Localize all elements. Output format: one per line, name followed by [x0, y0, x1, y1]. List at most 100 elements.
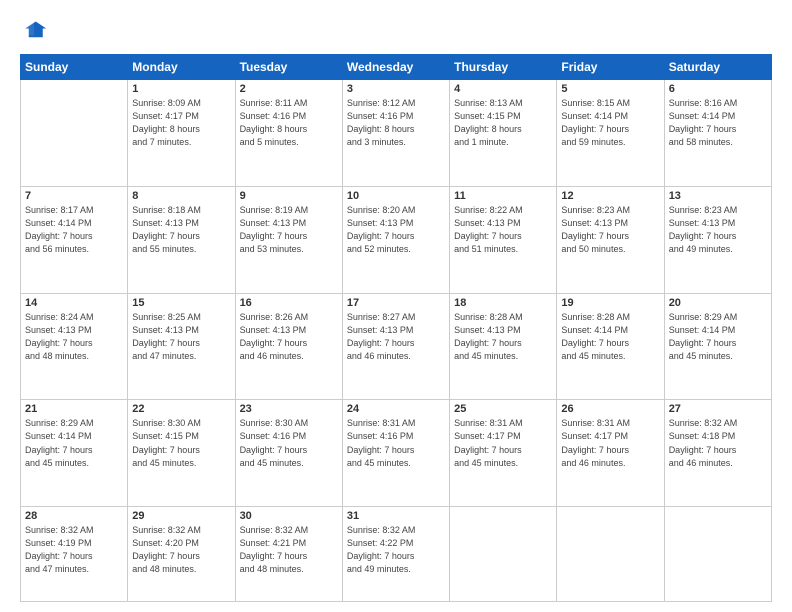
- day-number: 10: [347, 190, 445, 202]
- day-info: Sunrise: 8:15 AM Sunset: 4:14 PM Dayligh…: [561, 97, 659, 149]
- day-number: 30: [240, 510, 338, 522]
- day-number: 8: [132, 190, 230, 202]
- calendar-cell: [557, 507, 664, 602]
- weekday-header-monday: Monday: [128, 55, 235, 80]
- calendar-cell: 22Sunrise: 8:30 AM Sunset: 4:15 PM Dayli…: [128, 400, 235, 507]
- day-number: 13: [669, 190, 767, 202]
- calendar-cell: 26Sunrise: 8:31 AM Sunset: 4:17 PM Dayli…: [557, 400, 664, 507]
- calendar-cell: 7 Sunrise: 8:17 AM Sunset: 4:14 PM Daylig…: [21, 186, 128, 293]
- day-number: 2: [240, 83, 338, 95]
- calendar-cell: 17Sunrise: 8:27 AM Sunset: 4:13 PM Dayli…: [342, 293, 449, 400]
- calendar-cell: 18 Sunrise: 8:28 AM Sunset: 4:13 PM Dayli…: [450, 293, 557, 400]
- day-info: Sunrise: 8:31 AM Sunset: 4:17 PM Dayligh…: [454, 417, 552, 469]
- logo-icon: [20, 18, 48, 46]
- calendar-cell: 28 Sunrise: 8:32 AM Sunset: 4:19 PM Dayli…: [21, 507, 128, 602]
- calendar-cell: 19 Sunrise: 8:28 AM Sunset: 4:14 PM Dayli…: [557, 293, 664, 400]
- day-info: Sunrise: 8:29 AM Sunset: 4:14 PM Dayligh…: [669, 311, 767, 363]
- day-number: 1: [132, 83, 230, 95]
- day-info: Sunrise: 8:18 AM Sunset: 4:13 PM Dayligh…: [132, 204, 230, 256]
- calendar-cell: 23 Sunrise: 8:30 AM Sunset: 4:16 PM Dayli…: [235, 400, 342, 507]
- calendar-cell: [21, 80, 128, 187]
- calendar-cell: 6 Sunrise: 8:16 AM Sunset: 4:14 PM Daylig…: [664, 80, 771, 187]
- day-info: Sunrise: 8:32 AM Sunset: 4:19 PM Dayligh…: [25, 524, 123, 576]
- calendar-week-row: 1 Sunrise: 8:09 AM Sunset: 4:17 PM Daylig…: [21, 80, 772, 187]
- day-number: 15: [132, 297, 230, 309]
- day-info: Sunrise: 8:30 AM Sunset: 4:16 PM Dayligh…: [240, 417, 338, 469]
- calendar-cell: [664, 507, 771, 602]
- calendar-cell: 30 Sunrise: 8:32 AM Sunset: 4:21 PM Dayli…: [235, 507, 342, 602]
- weekday-header-wednesday: Wednesday: [342, 55, 449, 80]
- calendar-table: SundayMondayTuesdayWednesdayThursdayFrid…: [20, 54, 772, 602]
- calendar-cell: [450, 507, 557, 602]
- header: [20, 18, 772, 46]
- day-info: Sunrise: 8:09 AM Sunset: 4:17 PM Dayligh…: [132, 97, 230, 149]
- day-info: Sunrise: 8:28 AM Sunset: 4:13 PM Dayligh…: [454, 311, 552, 363]
- day-number: 22: [132, 403, 230, 415]
- day-info: Sunrise: 8:23 AM Sunset: 4:13 PM Dayligh…: [561, 204, 659, 256]
- calendar-week-row: 14Sunrise: 8:24 AM Sunset: 4:13 PM Dayli…: [21, 293, 772, 400]
- day-number: 25: [454, 403, 552, 415]
- day-number: 16: [240, 297, 338, 309]
- weekday-header-friday: Friday: [557, 55, 664, 80]
- weekday-header-sunday: Sunday: [21, 55, 128, 80]
- calendar-cell: 27 Sunrise: 8:32 AM Sunset: 4:18 PM Dayli…: [664, 400, 771, 507]
- day-number: 7: [25, 190, 123, 202]
- day-number: 17: [347, 297, 445, 309]
- day-number: 26: [561, 403, 659, 415]
- weekday-header-tuesday: Tuesday: [235, 55, 342, 80]
- calendar-cell: 14Sunrise: 8:24 AM Sunset: 4:13 PM Dayli…: [21, 293, 128, 400]
- day-number: 6: [669, 83, 767, 95]
- day-number: 4: [454, 83, 552, 95]
- calendar-cell: 29Sunrise: 8:32 AM Sunset: 4:20 PM Dayli…: [128, 507, 235, 602]
- calendar-cell: 20 Sunrise: 8:29 AM Sunset: 4:14 PM Dayli…: [664, 293, 771, 400]
- day-info: Sunrise: 8:16 AM Sunset: 4:14 PM Dayligh…: [669, 97, 767, 149]
- day-info: Sunrise: 8:29 AM Sunset: 4:14 PM Dayligh…: [25, 417, 123, 469]
- page: SundayMondayTuesdayWednesdayThursdayFrid…: [0, 0, 792, 612]
- calendar-cell: 21 Sunrise: 8:29 AM Sunset: 4:14 PM Dayli…: [21, 400, 128, 507]
- day-info: Sunrise: 8:32 AM Sunset: 4:22 PM Dayligh…: [347, 524, 445, 576]
- weekday-header-thursday: Thursday: [450, 55, 557, 80]
- day-number: 5: [561, 83, 659, 95]
- calendar-header-row: SundayMondayTuesdayWednesdayThursdayFrid…: [21, 55, 772, 80]
- day-info: Sunrise: 8:25 AM Sunset: 4:13 PM Dayligh…: [132, 311, 230, 363]
- day-info: Sunrise: 8:20 AM Sunset: 4:13 PM Dayligh…: [347, 204, 445, 256]
- day-number: 11: [454, 190, 552, 202]
- calendar-cell: 5 Sunrise: 8:15 AM Sunset: 4:14 PM Daylig…: [557, 80, 664, 187]
- day-info: Sunrise: 8:31 AM Sunset: 4:16 PM Dayligh…: [347, 417, 445, 469]
- day-number: 23: [240, 403, 338, 415]
- day-number: 18: [454, 297, 552, 309]
- calendar-cell: 24 Sunrise: 8:31 AM Sunset: 4:16 PM Dayli…: [342, 400, 449, 507]
- day-info: Sunrise: 8:13 AM Sunset: 4:15 PM Dayligh…: [454, 97, 552, 149]
- calendar-week-row: 7 Sunrise: 8:17 AM Sunset: 4:14 PM Daylig…: [21, 186, 772, 293]
- calendar-cell: 31 Sunrise: 8:32 AM Sunset: 4:22 PM Dayli…: [342, 507, 449, 602]
- calendar-cell: 2Sunrise: 8:11 AM Sunset: 4:16 PM Daylig…: [235, 80, 342, 187]
- day-number: 27: [669, 403, 767, 415]
- calendar-week-row: 28 Sunrise: 8:32 AM Sunset: 4:19 PM Dayli…: [21, 507, 772, 602]
- day-info: Sunrise: 8:32 AM Sunset: 4:18 PM Dayligh…: [669, 417, 767, 469]
- day-number: 14: [25, 297, 123, 309]
- calendar-cell: 11 Sunrise: 8:22 AM Sunset: 4:13 PM Dayli…: [450, 186, 557, 293]
- day-info: Sunrise: 8:17 AM Sunset: 4:14 PM Dayligh…: [25, 204, 123, 256]
- calendar-week-row: 21 Sunrise: 8:29 AM Sunset: 4:14 PM Dayli…: [21, 400, 772, 507]
- day-number: 9: [240, 190, 338, 202]
- calendar-cell: 9 Sunrise: 8:19 AM Sunset: 4:13 PM Daylig…: [235, 186, 342, 293]
- day-info: Sunrise: 8:22 AM Sunset: 4:13 PM Dayligh…: [454, 204, 552, 256]
- day-number: 28: [25, 510, 123, 522]
- day-info: Sunrise: 8:12 AM Sunset: 4:16 PM Dayligh…: [347, 97, 445, 149]
- calendar-cell: 8 Sunrise: 8:18 AM Sunset: 4:13 PM Daylig…: [128, 186, 235, 293]
- day-number: 21: [25, 403, 123, 415]
- day-info: Sunrise: 8:26 AM Sunset: 4:13 PM Dayligh…: [240, 311, 338, 363]
- day-number: 24: [347, 403, 445, 415]
- calendar-cell: 4 Sunrise: 8:13 AM Sunset: 4:15 PM Daylig…: [450, 80, 557, 187]
- calendar-cell: 10 Sunrise: 8:20 AM Sunset: 4:13 PM Dayli…: [342, 186, 449, 293]
- day-info: Sunrise: 8:32 AM Sunset: 4:20 PM Dayligh…: [132, 524, 230, 576]
- day-number: 20: [669, 297, 767, 309]
- calendar-cell: 15 Sunrise: 8:25 AM Sunset: 4:13 PM Dayli…: [128, 293, 235, 400]
- day-number: 19: [561, 297, 659, 309]
- day-info: Sunrise: 8:23 AM Sunset: 4:13 PM Dayligh…: [669, 204, 767, 256]
- day-info: Sunrise: 8:28 AM Sunset: 4:14 PM Dayligh…: [561, 311, 659, 363]
- day-info: Sunrise: 8:19 AM Sunset: 4:13 PM Dayligh…: [240, 204, 338, 256]
- day-number: 3: [347, 83, 445, 95]
- day-info: Sunrise: 8:32 AM Sunset: 4:21 PM Dayligh…: [240, 524, 338, 576]
- day-number: 31: [347, 510, 445, 522]
